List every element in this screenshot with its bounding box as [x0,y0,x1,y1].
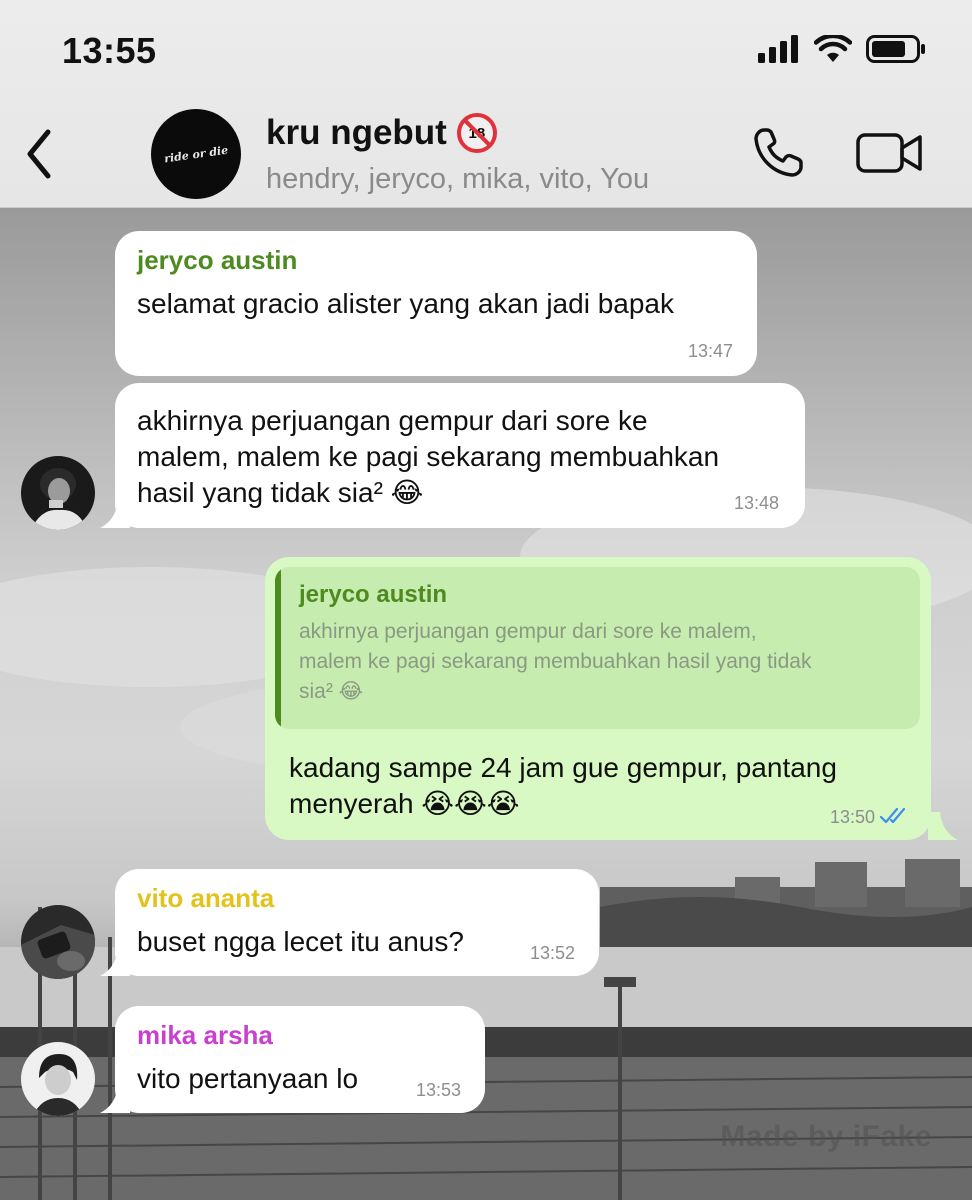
group-avatar[interactable]: ride or die [151,109,241,199]
message-text: buset ngga lecet itu anus? [137,926,464,957]
message-sender: mika arsha [137,1020,273,1050]
message-time: 13:52 [529,943,575,963]
avatar-mika[interactable] [21,1042,95,1116]
message-text: vito pertanyaan lo [137,1063,359,1094]
chat-title-text: kru ngebut [266,113,447,152]
status-icons [758,35,926,63]
chevron-left-icon[interactable] [20,124,60,184]
quoted-text-line: sia² 😂 [299,680,364,703]
chat-header: 13:55 ride or die kru ngebut 18 hendry, … [0,0,972,208]
quoted-sender: jeryco austin [299,581,448,608]
message-time: 13:50 [829,807,875,827]
watermark: Made by iFake [720,1120,932,1153]
cellular-signal-icon [758,35,798,63]
phone-icon[interactable] [750,125,806,181]
message-time: 13:53 [415,1080,461,1100]
message-text-line: akhirnya perjuangan gempur dari sore ke [137,405,648,436]
quoted-message[interactable]: jeryco austin akhirnya perjuangan gempur… [275,567,920,729]
bubble-tail [928,812,958,840]
message-time: 13:47 [687,341,733,361]
message-text-line: hasil yang tidak sia² 😂 [137,477,424,508]
chat-title[interactable]: kru ngebut 18 [266,113,497,153]
no-under-18-icon: 18 [456,113,497,153]
message-bubble-incoming[interactable]: mika arsha vito pertanyaan lo 13:53 [115,1006,485,1113]
avatar-jeryco[interactable] [21,456,95,530]
message-sender: vito ananta [137,883,275,913]
wifi-icon [814,35,852,62]
video-camera-icon[interactable] [856,131,924,175]
message-bubble-outgoing[interactable]: jeryco austin akhirnya perjuangan gempur… [265,557,931,840]
message-time: 13:48 [733,493,779,513]
message-sender: jeryco austin [137,245,298,275]
message-text: selamat gracio alister yang akan jadi ba… [137,288,674,319]
message-bubble-incoming[interactable]: akhirnya perjuangan gempur dari sore ke … [115,383,805,528]
avatar-vito[interactable] [21,905,95,979]
quoted-text-line: malem ke pagi sekarang membuahkan hasil … [299,650,812,673]
message-bubble-incoming[interactable]: jeryco austin selamat gracio alister yan… [115,231,757,376]
status-time: 13:55 [62,30,157,71]
battery-icon [866,35,925,63]
message-text-line: malem, malem ke pagi sekarang membuahkan [137,441,720,472]
group-avatar-logo: ride or die [163,143,229,165]
quoted-text-line: akhirnya perjuangan gempur dari sore ke … [299,620,757,643]
double-check-read-icon [879,807,906,824]
message-bubble-incoming[interactable]: vito ananta buset ngga lecet itu anus? 1… [115,869,599,976]
message-text-line: menyerah 😭😭😭 [289,788,520,819]
message-text-line: kadang sampe 24 jam gue gempur, pantang [289,752,837,783]
chat-members[interactable]: hendry, jeryco, mika, vito, You [266,163,649,196]
